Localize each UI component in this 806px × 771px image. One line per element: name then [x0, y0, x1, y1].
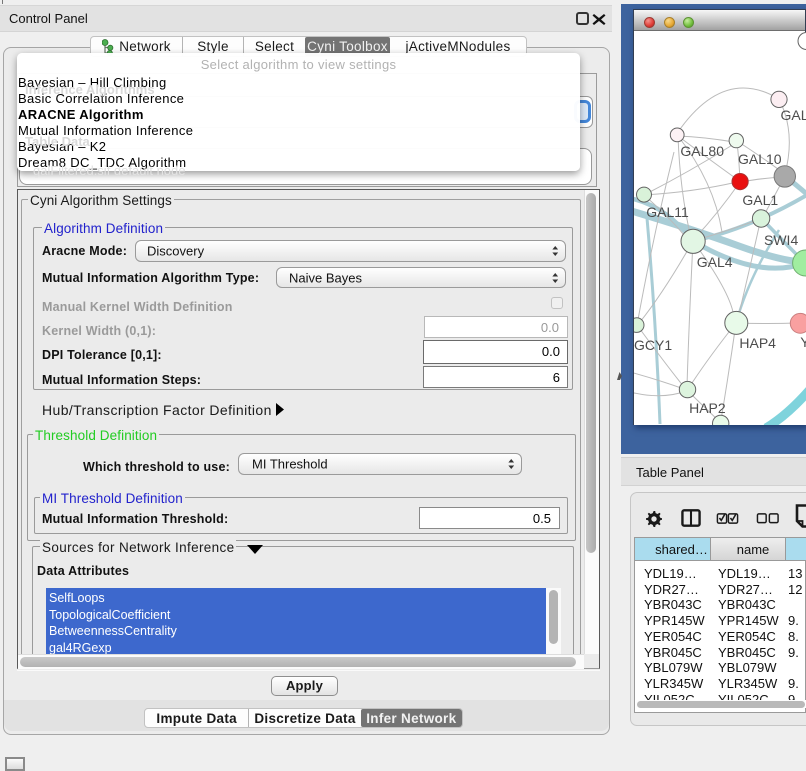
svg-text:HAP4: HAP4	[739, 335, 776, 351]
svg-text:GCY1: GCY1	[634, 337, 672, 353]
svg-text:HAP2: HAP2	[689, 400, 726, 416]
svg-text:SWI4: SWI4	[764, 232, 798, 248]
svg-text:GAL1: GAL1	[742, 192, 778, 208]
svg-text:GAL11: GAL11	[646, 204, 689, 220]
svg-text:GAL7: GAL7	[781, 107, 806, 123]
svg-text:GAL80: GAL80	[680, 143, 724, 159]
svg-text:Y: Y	[800, 334, 806, 350]
svg-text:GAL4: GAL4	[697, 254, 733, 270]
svg-text:GAL10: GAL10	[738, 151, 782, 167]
